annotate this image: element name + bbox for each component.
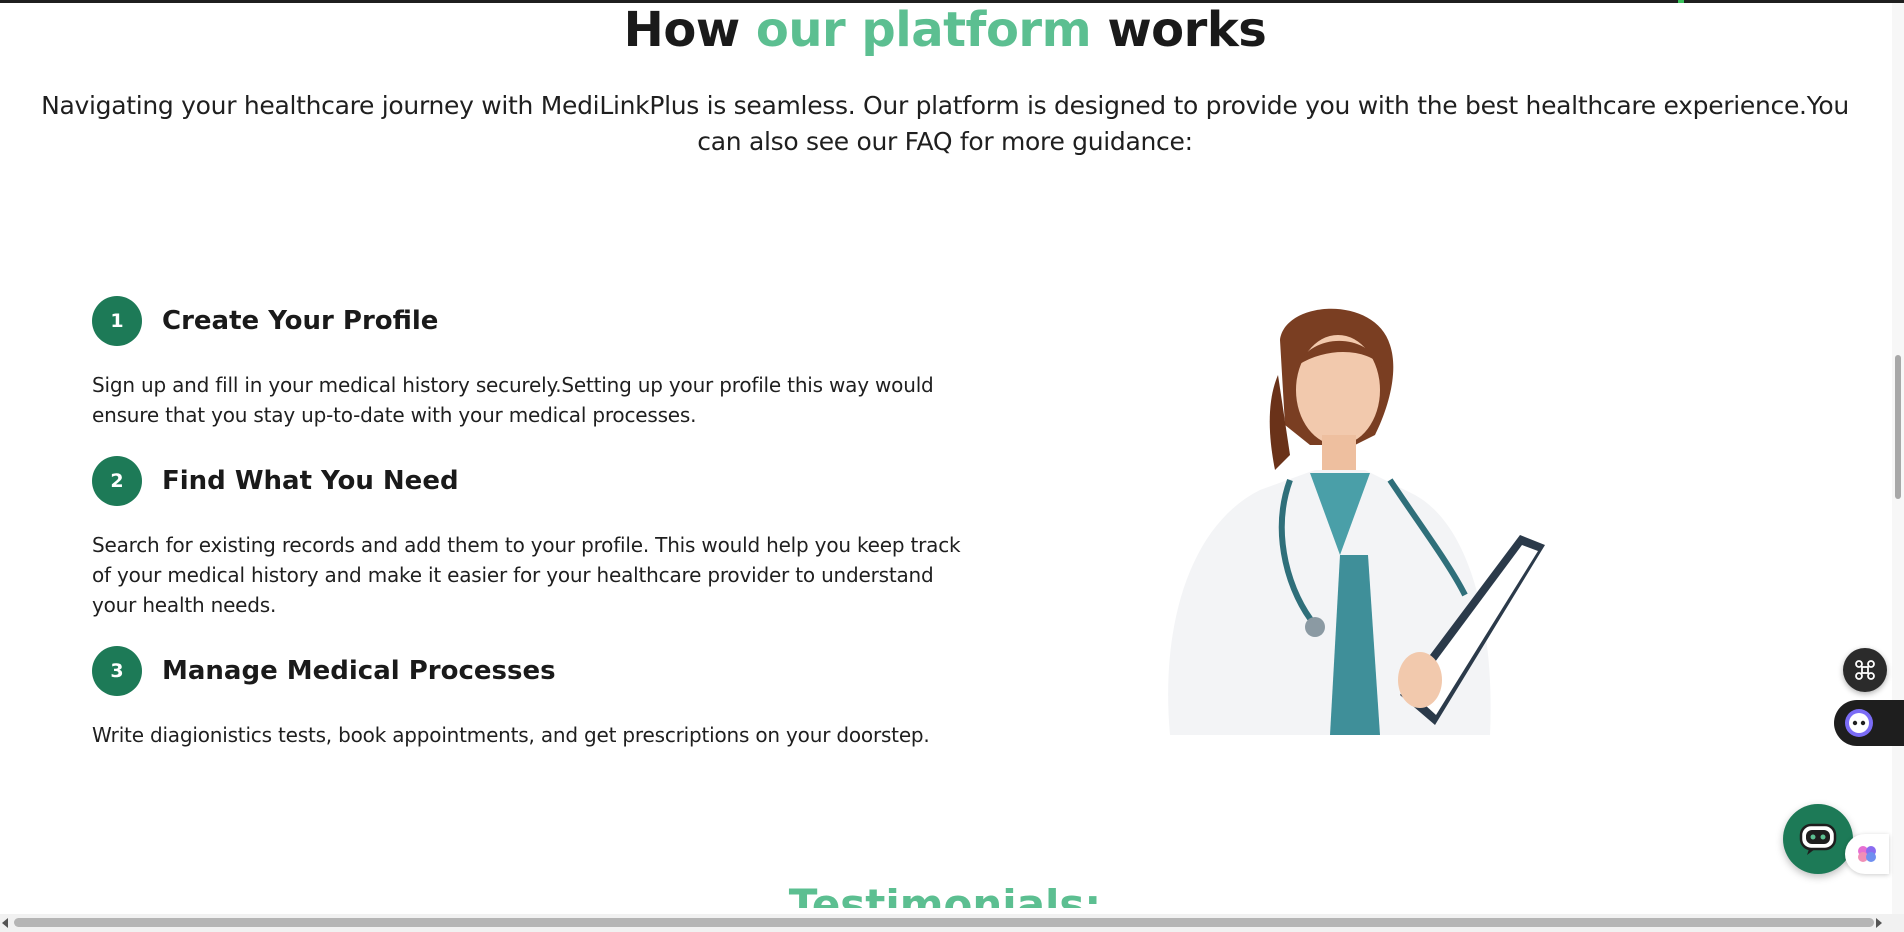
scroll-left-icon[interactable] [2, 918, 8, 928]
heading-part-2: works [1091, 2, 1267, 58]
robot-icon [1845, 709, 1873, 737]
heading-accent: our platform [755, 2, 1092, 58]
section-intro: Navigating your healthcare journey with … [41, 91, 1849, 156]
brain-extension-button[interactable] [1845, 834, 1889, 874]
heading-part-1: How [623, 2, 756, 58]
step-number-badge: 1 [92, 296, 142, 346]
chatbot-icon [1799, 823, 1837, 855]
vertical-scrollbar[interactable] [1892, 3, 1904, 914]
step-number-badge: 2 [92, 456, 142, 506]
vertical-scroll-thumb[interactable] [1895, 355, 1901, 499]
command-icon [1855, 660, 1875, 680]
brain-icon [1858, 846, 1876, 862]
step-title: Create Your Profile [162, 306, 439, 336]
horizontal-scroll-thumb[interactable] [14, 918, 1874, 927]
chatbot-button[interactable] [1783, 804, 1853, 874]
assistant-tab-button[interactable] [1834, 700, 1904, 746]
step-description: Sign up and fill in your medical history… [92, 373, 934, 427]
shortcut-button[interactable] [1843, 648, 1887, 692]
step-title: Manage Medical Processes [162, 656, 556, 686]
testimonials-heading: Testimonials: [0, 888, 1890, 908]
step-number-badge: 3 [92, 646, 142, 696]
doctor-illustration [1168, 308, 1545, 745]
horizontal-scrollbar[interactable] [0, 914, 1904, 932]
step-description: Search for existing records and add them… [92, 533, 961, 617]
scroll-right-icon[interactable] [1876, 918, 1882, 928]
step-title: Find What You Need [162, 466, 459, 496]
section-heading: How our platform works [0, 2, 1890, 58]
step-description: Write diagionistics tests, book appointm… [92, 723, 930, 747]
